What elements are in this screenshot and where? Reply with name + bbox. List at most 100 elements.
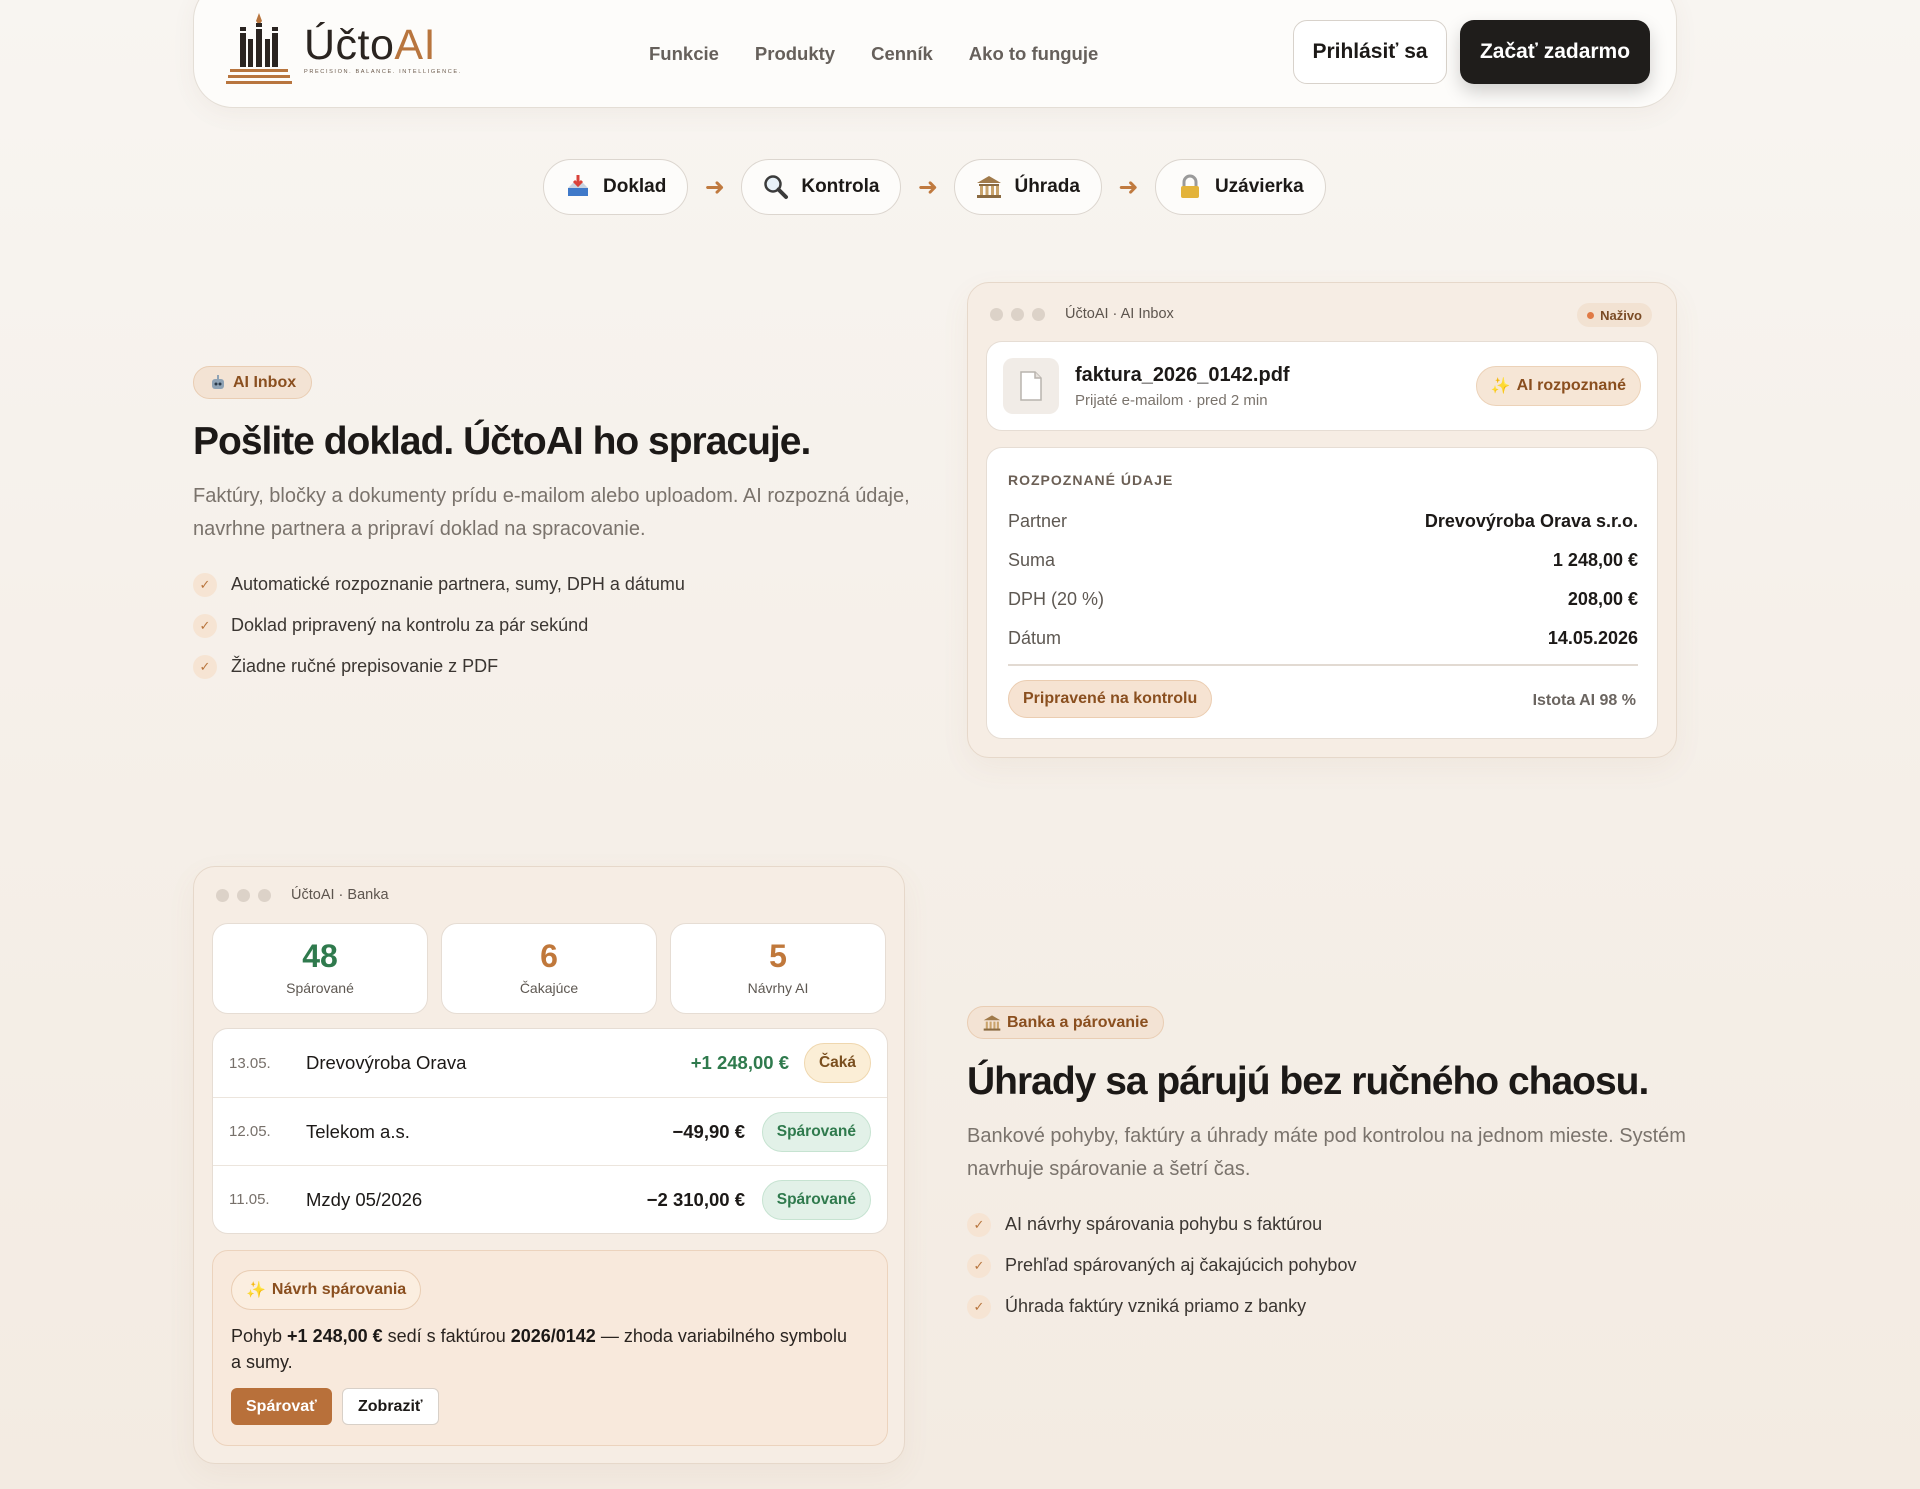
window-dot [258,888,271,902]
list-item: ✓ Prehľad spárovaných aj čakajúcich pohyb… [967,1245,1687,1286]
window-dot [216,888,229,902]
status-badge: Spárované [761,1111,871,1152]
list-item: ✓ Doklad pripravený na kontrolu za pár se… [193,605,913,646]
main-nav: Funkcie Produkty Cenník Ako to funguje [649,43,1098,65]
check-icon: ✓ [967,1212,991,1237]
stat-value: 5 [769,938,787,974]
live-badge: Naživo [1577,303,1652,327]
nav-link-produkty[interactable]: Produkty [755,43,835,65]
window-dot [990,307,1003,321]
table-row[interactable]: 13.05. Drevovýroba Orava +1 248,00 € Čak… [213,1029,887,1097]
magnifier-icon [764,175,789,199]
section-badge: Banka a párovanie [967,1006,1165,1039]
flow-arrow: ➜ [704,173,725,201]
tx-name: Drevovýroba Orava [306,1052,467,1073]
nav-link-cennik[interactable]: Cenník [871,43,933,65]
nav-link-ako-to-funguje[interactable]: Ako to funguje [969,43,1098,65]
tx-name: Mzdy 05/2026 [306,1188,423,1210]
stat-value: 48 [302,938,338,974]
check-icon: ✓ [967,1294,991,1319]
flow-arrow: ➜ [917,173,939,201]
flow-step-uzavierka[interactable]: Uzávierka [1154,159,1326,215]
login-button[interactable]: Prihlásiť sa [1293,20,1447,84]
stat-label: Čakajúce [519,980,579,996]
list-item: ✓ Úhrada faktúry vzniká priamo z banky [967,1286,1687,1327]
data-row-amount: Suma 1 248,00 € [1008,550,1638,570]
tx-amount: −2 310,00 € [646,1188,745,1210]
stat-ai-suggestions[interactable]: 5 Návrhy AI [670,923,886,1014]
tx-name: Telekom a.s. [306,1120,410,1142]
show-button[interactable]: Zobraziť [342,1388,439,1425]
window-title: ÚčtoAI · AI Inbox [1065,306,1174,322]
top-navbar: ÚčtoAI PRECISION. BALANCE. INTELLIGENCE.… [193,0,1677,108]
window-title: ÚčtoAI · Banka [291,887,389,903]
document-icon [1003,358,1059,414]
logo-tagline: PRECISION. BALANCE. INTELLIGENCE. [304,69,462,75]
table-row[interactable]: 11.05. Mzdy 05/2026 −2 310,00 € Spárovan… [213,1165,887,1233]
data-row-partner: Partner Drevovýroba Orava s.r.o. [1008,511,1638,531]
stat-pending[interactable]: 6 Čakajúce [441,923,657,1014]
bank-window: ÚčtoAI · Banka 48 Spárované 6 Čakajúce 5… [193,866,905,1464]
status-badge: Čaká [803,1043,871,1083]
live-dot-icon [1587,311,1595,319]
section-title: Pošlite doklad. ÚčtoAI ho spracuje. [193,420,811,463]
sparkles-icon: ✨ [246,1282,266,1299]
data-rows: Partner Drevovýroba Orava s.r.o. Suma 1 24… [1008,502,1638,658]
feature-list: ✓ AI návrhy spárovania pohybu s faktúrou … [967,1204,1687,1327]
logo-columns-icon [226,13,292,84]
transactions-list: 13.05. Drevovýroba Orava +1 248,00 € Čak… [212,1028,888,1234]
flow-step-kontrola[interactable]: Kontrola [741,159,902,215]
logo-wordmark: ÚčtoAI [304,21,437,69]
ready-status-badge[interactable]: Pripravené na kontrolu [1008,680,1213,718]
window-titlebar: ÚčtoAI · AI Inbox Naživo [968,283,1676,345]
stat-matched[interactable]: 48 Spárované [212,923,428,1014]
logo[interactable]: ÚčtoAI PRECISION. BALANCE. INTELLIGENCE. [226,11,462,87]
stat-value: 6 [540,938,558,974]
robot-icon [212,374,224,389]
tx-date: 12.05. [229,1123,271,1140]
section-badge-label: AI Inbox [233,373,297,391]
tx-amount: −49,90 € [672,1120,745,1142]
file-meta: Prijaté e-mailom · pred 2 min [1075,392,1268,409]
suggestion-badge: ✨ Návrh spárovania [231,1270,422,1310]
ai-inbox-section: AI Inbox Pošlite doklad. ÚčtoAI ho sprac… [193,366,913,687]
section-title: Úhrady sa párujú bez ručného chaosu. [967,1060,1649,1103]
start-free-button[interactable]: Začať zadarmo [1460,20,1650,84]
inbox-tray-icon [568,175,588,196]
pair-button[interactable]: Spárovať [231,1388,332,1425]
list-item: ✓ Automatické rozpoznanie partnera, sumy,… [193,564,913,605]
pairing-suggestion-card: ✨ Návrh spárovania Pohyb +1 248,00 € sedí… [212,1250,888,1446]
ai-recognized-badge: ✨ AI rozpoznané [1475,366,1641,406]
nav-link-funkcie[interactable]: Funkcie [649,43,719,65]
data-heading: ROZPOZNANÉ ÚDAJE [1008,472,1174,488]
file-name: faktura_2026_0142.pdf [1075,364,1290,386]
tx-date: 11.05. [229,1191,270,1208]
section-description: Bankové pohyby, faktúry a úhrady máte po… [967,1125,1686,1180]
lock-icon [1180,174,1199,198]
status-badge: Spárované [761,1179,871,1220]
data-row-date: Dátum 14.05.2026 [1008,628,1638,648]
flow-step-label: Doklad [603,176,667,197]
flow-step-uhrada[interactable]: Úhrada [954,159,1102,215]
list-item: ✓ Žiadne ručné prepisovanie z PDF [193,646,913,687]
stat-label: Návrhy AI [747,980,809,996]
suggestion-text: Pohyb +1 248,00 € sedí s faktúrou 2026/0… [231,1326,847,1372]
flow-step-doklad[interactable]: Doklad [543,159,689,215]
window-dot [1011,307,1024,321]
bank-icon [983,1014,1001,1031]
feature-list: ✓ Automatické rozpoznanie partnera, sumy,… [193,564,913,687]
flow-step-label: Uzávierka [1214,176,1304,197]
ai-inbox-window: ÚčtoAI · AI Inbox Naživo faktura_2026_01… [967,282,1677,758]
process-flow: Doklad ➜ Kontrola ➜ Úhrada ➜ Uzávierka [543,159,1326,215]
section-badge-label: Banka a párovanie [1007,1013,1149,1031]
flow-step-label: Kontrola [801,176,880,197]
file-card[interactable]: faktura_2026_0142.pdf Prijaté e-mailom ·… [986,341,1658,431]
check-icon: ✓ [967,1253,991,1278]
section-description: Faktúry, bločky a dokumenty prídu e-mail… [193,485,910,540]
bank-icon [977,176,1002,198]
table-row[interactable]: 12.05. Telekom a.s. −49,90 € Spárované [213,1097,887,1165]
flow-step-label: Úhrada [1014,176,1080,197]
window-dot [1032,307,1045,321]
list-item: ✓ AI návrhy spárovania pohybu s faktúrou [967,1204,1687,1245]
data-row-vat: DPH (20 %) 208,00 € [1008,589,1638,609]
